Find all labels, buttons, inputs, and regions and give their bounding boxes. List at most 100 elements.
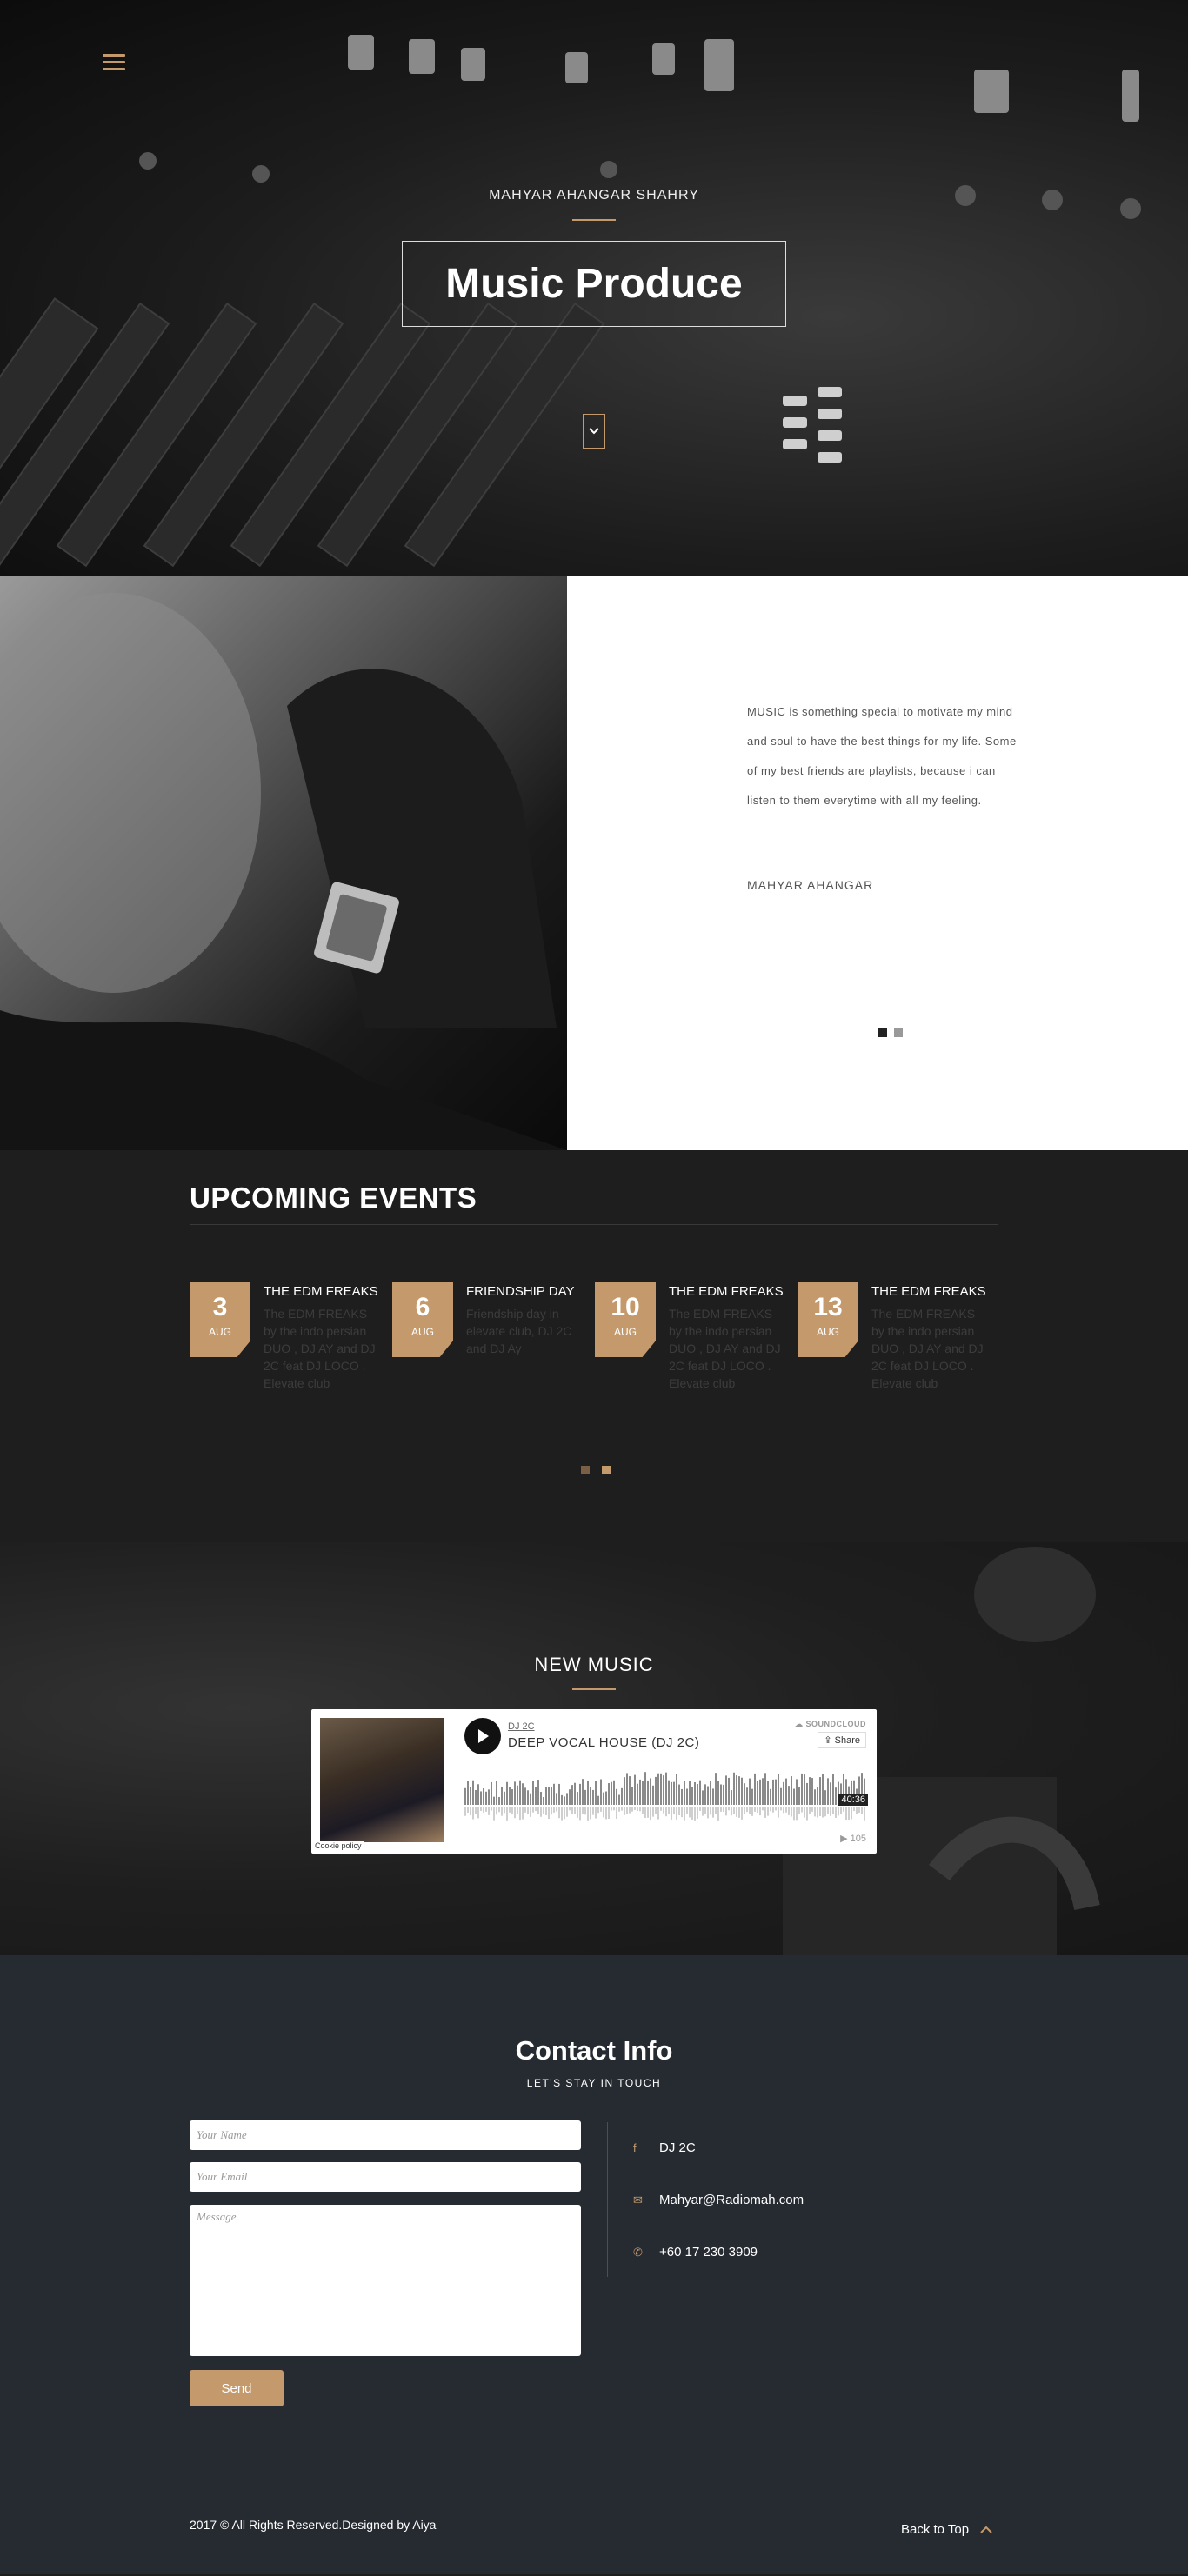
- track-cover-image: [320, 1718, 444, 1842]
- waveform-reflection-bar: [804, 1807, 805, 1818]
- menu-icon[interactable]: [103, 54, 125, 73]
- waveform-bar: [757, 1781, 758, 1805]
- cookie-policy-link[interactable]: Cookie policy: [313, 1841, 364, 1850]
- send-button[interactable]: Send: [190, 2370, 284, 2406]
- waveform-reflection-bar: [801, 1807, 803, 1813]
- event-month: AUG: [410, 1326, 434, 1338]
- waveform-reflection-bar: [558, 1807, 560, 1819]
- waveform-bar: [501, 1787, 503, 1805]
- waveform-reflection-bar: [751, 1807, 753, 1816]
- waveform-reflection-bar: [504, 1807, 505, 1814]
- facebook-icon[interactable]: f: [633, 2141, 659, 2154]
- waveform-bar: [566, 1793, 568, 1805]
- waveform-reflection-bar: [657, 1807, 659, 1820]
- waveform-reflection-bar: [764, 1807, 766, 1818]
- waveform-reflection-bar: [464, 1807, 466, 1816]
- back-to-top-link[interactable]: Back to Top: [901, 2522, 993, 2537]
- share-button[interactable]: ⇪ Share: [818, 1732, 866, 1748]
- waveform-bar: [814, 1789, 816, 1805]
- waveform-reflection-bar: [564, 1807, 565, 1820]
- waveform-bar: [770, 1788, 771, 1805]
- waveform-reflection-bar: [838, 1807, 839, 1816]
- waveform-bar: [603, 1792, 604, 1805]
- waveform-reflection-bar: [543, 1807, 544, 1814]
- track-artist[interactable]: DJ 2C: [508, 1721, 535, 1732]
- email-field[interactable]: [190, 2162, 581, 2192]
- waveform-reflection-bar: [741, 1807, 743, 1820]
- waveform-bar: [611, 1781, 612, 1805]
- waveform-reflection-bar: [553, 1807, 555, 1813]
- waveform-bar: [532, 1781, 534, 1805]
- message-field[interactable]: [190, 2205, 581, 2356]
- waveform-bar: [788, 1786, 790, 1805]
- waveform-reflection-bar: [772, 1807, 774, 1813]
- waveform-bar: [564, 1796, 565, 1805]
- contact-tagline: LET'S STAY IN TOUCH: [526, 2077, 662, 2089]
- waveform-reflection-bar: [545, 1807, 547, 1815]
- name-field[interactable]: [190, 2120, 581, 2150]
- waveform-bar: [551, 1787, 552, 1805]
- waveform-bar: [634, 1774, 636, 1805]
- waveform-reflection-bar: [644, 1807, 646, 1819]
- waveform-bar: [517, 1785, 518, 1805]
- waveform-reflection-bar: [848, 1807, 850, 1821]
- waveform-reflection-bar: [725, 1807, 727, 1816]
- play-button[interactable]: [464, 1718, 501, 1754]
- waveform-bar: [671, 1781, 672, 1805]
- waveform-bar: [772, 1779, 774, 1805]
- waveform-bar: [762, 1778, 764, 1805]
- waveform-bar: [733, 1772, 735, 1805]
- waveform-reflection-bar: [467, 1807, 469, 1813]
- waveform-bar: [488, 1789, 490, 1805]
- contact-email[interactable]: Mahyar@Radiomah.com: [659, 2193, 804, 2207]
- waveform-bar: [470, 1787, 471, 1805]
- event-date-badge: 3 AUG: [190, 1282, 250, 1357]
- event-description: The EDM FREAKS by the indo persian DUO ,…: [871, 1307, 984, 1390]
- waveform-reflection-bar: [835, 1807, 837, 1818]
- waveform-reflection-bar: [626, 1807, 628, 1814]
- waveform-bar: [514, 1781, 516, 1805]
- waveform-bar: [595, 1781, 597, 1805]
- waveform-reflection-bar: [778, 1807, 779, 1818]
- waveform-reflection-bar: [491, 1807, 492, 1811]
- waveform-reflection-bar: [733, 1807, 735, 1814]
- waveform-reflection-bar: [851, 1807, 852, 1820]
- waveform-bar: [684, 1781, 685, 1805]
- soundcloud-player[interactable]: Cookie policy DJ 2C DEEP VOCAL HOUSE (DJ…: [311, 1709, 877, 1854]
- waveform-bar: [835, 1787, 837, 1805]
- waveform-bar: [731, 1790, 732, 1805]
- waveform-bar: [811, 1778, 813, 1805]
- waveform-reflection-bar: [699, 1807, 701, 1811]
- carousel-dot[interactable]: [894, 1028, 903, 1037]
- scroll-down-button[interactable]: [583, 414, 605, 449]
- contact-phone: +60 17 230 3909: [659, 2245, 758, 2260]
- waveform-reflection-bar: [707, 1807, 709, 1819]
- event-description: The EDM FREAKS by the indo persian DUO ,…: [264, 1307, 376, 1390]
- waveform-bar: [647, 1780, 649, 1805]
- waveform-reflection-bar: [788, 1807, 790, 1815]
- carousel-dot-active[interactable]: [602, 1466, 611, 1474]
- waveform-bar: [608, 1783, 610, 1805]
- waveform-reflection-bar: [668, 1807, 670, 1814]
- event-month: AUG: [816, 1326, 839, 1338]
- waveform-bar: [749, 1778, 751, 1805]
- waveform[interactable]: [464, 1763, 867, 1824]
- carousel-dot-active[interactable]: [878, 1028, 887, 1037]
- hero-divider: [572, 219, 616, 221]
- waveform-reflection-bar: [618, 1807, 620, 1812]
- event-name: THE EDM FREAKS: [264, 1284, 378, 1299]
- waveform-bar: [801, 1773, 803, 1805]
- waveform-bar: [553, 1783, 555, 1805]
- carousel-dot[interactable]: [581, 1466, 590, 1474]
- waveform-reflection-bar: [861, 1807, 863, 1814]
- event-date-badge: 13 AUG: [798, 1282, 858, 1357]
- waveform-reflection-bar: [793, 1807, 795, 1821]
- track-title[interactable]: DEEP VOCAL HOUSE (DJ 2C): [508, 1735, 699, 1750]
- waveform-reflection-bar: [686, 1807, 688, 1814]
- waveform-reflection-bar: [827, 1807, 829, 1814]
- waveform-reflection-bar: [603, 1807, 604, 1818]
- waveform-bar: [639, 1779, 641, 1805]
- waveform-bar: [744, 1783, 745, 1805]
- soundcloud-logo[interactable]: ☁ SOUNDCLOUD: [795, 1720, 866, 1729]
- waveform-bar: [561, 1794, 563, 1805]
